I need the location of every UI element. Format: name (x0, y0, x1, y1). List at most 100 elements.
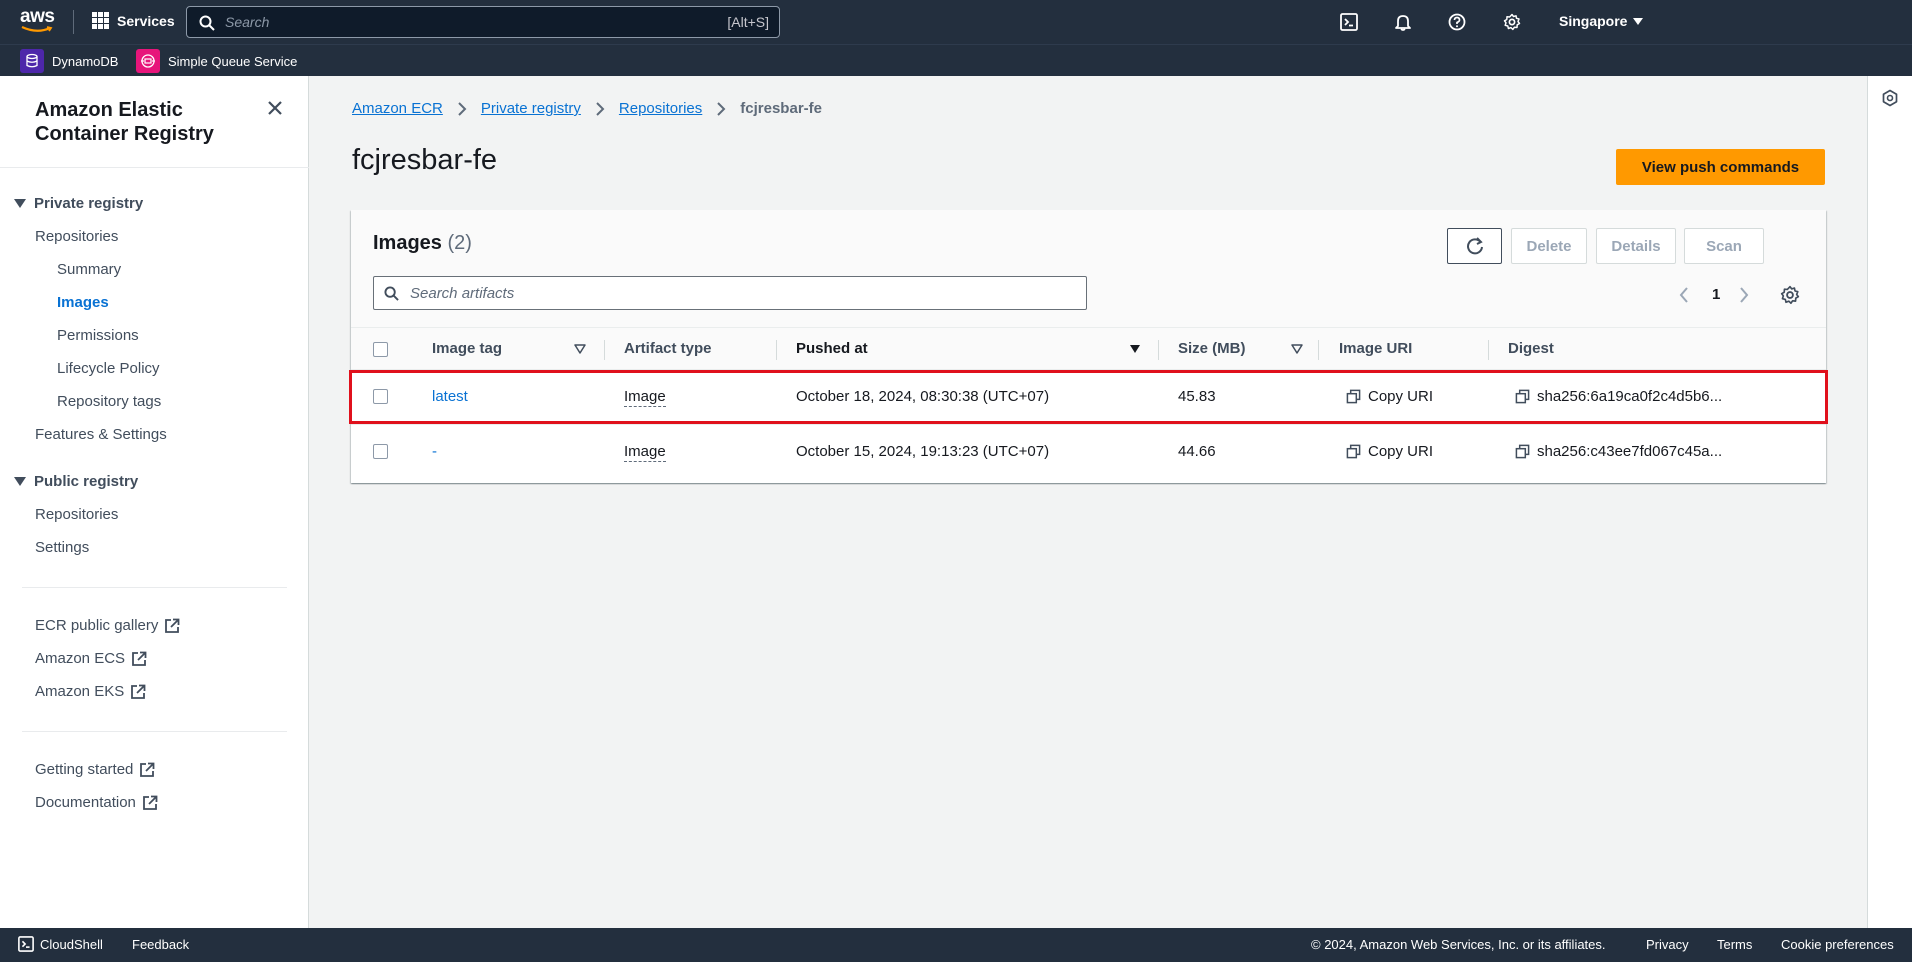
favorite-dynamodb[interactable]: DynamoDB (20, 49, 118, 73)
public-registry-section[interactable]: Public registry (14, 473, 138, 490)
search-artifacts-input[interactable]: Search artifacts (373, 276, 1087, 310)
breadcrumb: Amazon ECR Private registry Repositories… (352, 100, 822, 117)
private-registry-section[interactable]: Private registry (14, 195, 143, 212)
view-push-commands-button[interactable]: View push commands (1616, 149, 1825, 185)
pushed-at: October 15, 2024, 19:13:23 (UTC+07) (796, 443, 1050, 460)
region-selector[interactable]: Singapore (1559, 13, 1644, 29)
refresh-icon (1466, 237, 1483, 255)
region-label: Singapore (1559, 13, 1628, 29)
digest-value: sha256:c43ee7fd067c45a... (1537, 443, 1723, 460)
breadcrumb-private-registry[interactable]: Private registry (481, 100, 581, 117)
details-button[interactable]: Details (1596, 228, 1676, 264)
side-navigation: Amazon Elastic Container Registry Privat… (0, 76, 309, 928)
sidebar-link-amazon-eks[interactable]: Amazon EKS (35, 683, 146, 700)
footer-copyright: © 2024, Amazon Web Services, Inc. or its… (1311, 937, 1606, 952)
refresh-button[interactable] (1447, 228, 1502, 264)
page-number[interactable]: 1 (1712, 286, 1720, 303)
chevron-left-icon[interactable] (1678, 286, 1690, 304)
sidebar-link-documentation[interactable]: Documentation (35, 794, 158, 811)
footer: CloudShell Feedback © 2024, Amazon Web S… (0, 928, 1912, 962)
global-search-input[interactable]: Search [Alt+S] (186, 6, 780, 38)
sidebar-link-amazon-ecs[interactable]: Amazon ECS (35, 650, 147, 667)
aws-smile-icon (21, 25, 53, 32)
sort-icon[interactable] (1291, 344, 1303, 354)
search-icon (384, 286, 399, 301)
copy-digest-button[interactable]: sha256:c43ee7fd067c45a... (1515, 443, 1722, 460)
aws-logo[interactable]: aws (20, 6, 56, 36)
services-menu-button[interactable]: Services (92, 12, 175, 29)
close-icon[interactable] (265, 98, 285, 118)
column-header-artifact-type[interactable]: Artifact type (624, 340, 712, 357)
sidebar-item-features-settings[interactable]: Features & Settings (35, 426, 167, 443)
aws-logo-text: aws (20, 6, 55, 27)
sort-descending-icon[interactable] (1129, 344, 1141, 354)
delete-button[interactable]: Delete (1511, 228, 1587, 264)
table-row[interactable]: - Image October 15, 2024, 19:13:23 (UTC+… (351, 425, 1826, 479)
notifications-button[interactable] (1392, 11, 1414, 33)
external-link-icon (143, 795, 158, 810)
panel-title-text: Images (373, 232, 442, 254)
column-header-image-tag[interactable]: Image tag (432, 340, 502, 357)
gear-icon[interactable] (1780, 285, 1800, 305)
breadcrumb-amazon-ecr[interactable]: Amazon ECR (352, 100, 443, 117)
settings-button[interactable] (1501, 11, 1523, 33)
column-divider (604, 340, 605, 360)
panel-header: Images (2) Delete Details Scan Search ar… (351, 210, 1826, 370)
search-shortcut: [Alt+S] (727, 14, 769, 30)
copy-icon (1346, 444, 1361, 459)
sidebar-item-repositories[interactable]: Repositories (35, 228, 118, 245)
sidebar-item-public-repositories[interactable]: Repositories (35, 506, 118, 523)
sidebar-item-images[interactable]: Images (57, 294, 109, 311)
copy-icon (1515, 444, 1530, 459)
artifact-type[interactable]: Image (624, 443, 666, 462)
panel-title: Images (2) (373, 232, 472, 255)
panel-count: (2) (447, 232, 472, 254)
bell-icon (1395, 15, 1411, 31)
favorite-label: Simple Queue Service (168, 53, 298, 69)
footer-cookie-preferences-link[interactable]: Cookie preferences (1781, 937, 1894, 952)
chevron-right-icon (717, 101, 726, 116)
divider (22, 587, 287, 588)
sqs-icon (136, 49, 160, 73)
link-label: Amazon ECS (35, 650, 126, 667)
help-button[interactable] (1446, 11, 1468, 33)
select-all-checkbox[interactable] (373, 342, 388, 357)
scan-button[interactable]: Scan (1684, 228, 1764, 264)
chevron-right-icon[interactable] (1738, 286, 1750, 304)
link-label: Amazon EKS (35, 683, 125, 700)
sidebar-item-lifecycle-policy[interactable]: Lifecycle Policy (57, 360, 160, 377)
cloudshell-button[interactable] (1338, 11, 1360, 33)
section-label: Private registry (34, 195, 144, 212)
sidebar-title[interactable]: Amazon Elastic Container Registry (35, 98, 255, 146)
column-divider (1488, 340, 1489, 360)
sort-icon[interactable] (574, 344, 586, 354)
caret-down-icon (1633, 17, 1644, 25)
breadcrumb-repositories[interactable]: Repositories (619, 100, 702, 117)
footer-feedback-link[interactable]: Feedback (132, 937, 189, 952)
image-tag-link[interactable]: - (432, 443, 437, 460)
row-checkbox[interactable] (373, 444, 388, 459)
sidebar-link-getting-started[interactable]: Getting started (35, 761, 155, 778)
footer-terms-link[interactable]: Terms (1717, 937, 1752, 952)
cloudshell-label: CloudShell (40, 936, 103, 952)
column-header-image-uri[interactable]: Image URI (1339, 340, 1412, 357)
footer-privacy-link[interactable]: Privacy (1646, 937, 1689, 952)
favorite-sqs[interactable]: Simple Queue Service (136, 49, 297, 73)
column-header-digest[interactable]: Digest (1508, 340, 1554, 357)
footer-cloudshell-button[interactable]: CloudShell (18, 936, 103, 952)
column-header-size[interactable]: Size (MB) (1178, 340, 1246, 357)
table-header-row (351, 328, 1826, 370)
tools-panel-icon[interactable] (1881, 89, 1899, 107)
sidebar-item-public-settings[interactable]: Settings (35, 539, 89, 556)
nav-separator (73, 10, 74, 34)
search-placeholder: Search (225, 14, 270, 30)
sidebar-item-repository-tags[interactable]: Repository tags (57, 393, 161, 410)
sidebar-item-summary[interactable]: Summary (57, 261, 121, 278)
row-highlight-annotation (349, 370, 1828, 424)
copy-uri-button[interactable]: Copy URI (1346, 443, 1433, 460)
sidebar-link-ecr-public-gallery[interactable]: ECR public gallery (35, 617, 180, 634)
column-divider (1318, 340, 1319, 360)
expanded-triangle-icon (14, 199, 26, 208)
column-header-pushed-at[interactable]: Pushed at (796, 340, 868, 357)
sidebar-item-permissions[interactable]: Permissions (57, 327, 139, 344)
